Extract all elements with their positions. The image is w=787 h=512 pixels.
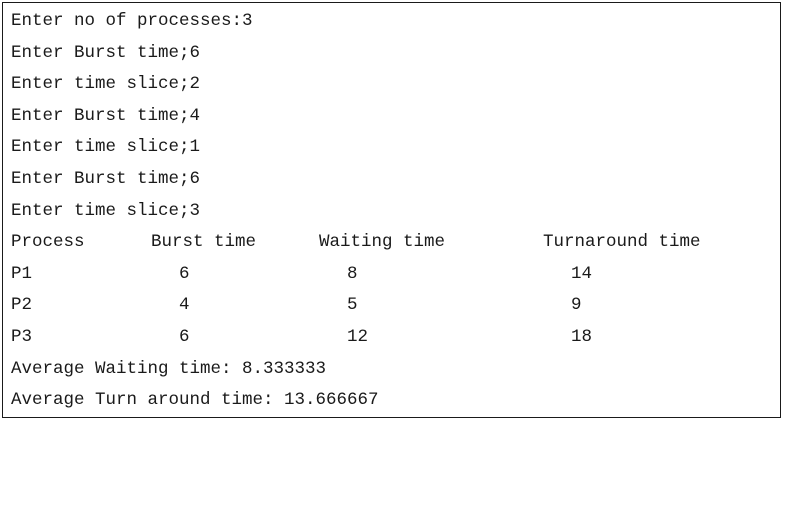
average-waiting-time: Average Waiting time: 8.333333 <box>11 358 327 379</box>
cell-process: P1 <box>11 263 33 284</box>
prompt-num-processes: Enter no of processes:3 <box>11 11 253 31</box>
console-window: Enter no of processes:3 Enter Burst time… <box>2 2 781 418</box>
cell-turnaround-time: 14 <box>571 263 593 284</box>
prompt-burst-time-3: Enter Burst time;6 <box>11 168 201 189</box>
console-output: Enter no of processes:3 Enter Burst time… <box>11 6 701 417</box>
header-burst-time: Burst time <box>151 232 257 253</box>
cell-waiting-time: 8 <box>347 263 358 284</box>
prompt-time-slice-1: Enter time slice;2 <box>11 74 201 95</box>
cell-process: P2 <box>11 295 33 316</box>
cell-waiting-time: 12 <box>347 326 369 347</box>
header-process: Process <box>11 232 85 253</box>
table-row: P1 6 8 14 <box>11 259 592 291</box>
prompt-burst-time-1: Enter Burst time;6 <box>11 42 201 63</box>
cell-turnaround-time: 9 <box>571 295 582 316</box>
prompt-time-slice-2: Enter time slice;1 <box>11 137 201 158</box>
cell-turnaround-time: 18 <box>571 326 593 347</box>
cell-burst-time: 6 <box>179 326 190 347</box>
prompt-burst-time-2: Enter Burst time;4 <box>11 105 201 126</box>
cell-waiting-time: 5 <box>347 295 358 316</box>
cell-process: P3 <box>11 326 33 347</box>
table-header-row: Process Burst time Waiting time Turnarou… <box>11 227 701 259</box>
prompt-time-slice-3: Enter time slice;3 <box>11 200 201 221</box>
cell-burst-time: 6 <box>179 263 190 284</box>
header-waiting-time: Waiting time <box>319 232 446 253</box>
header-turnaround-time: Turnaround time <box>543 232 701 253</box>
cell-burst-time: 4 <box>179 295 190 316</box>
table-row: P2 4 5 9 <box>11 290 582 322</box>
table-row: P3 6 12 18 <box>11 322 592 354</box>
average-turnaround-time: Average Turn around time: 13.666667 <box>11 390 379 411</box>
